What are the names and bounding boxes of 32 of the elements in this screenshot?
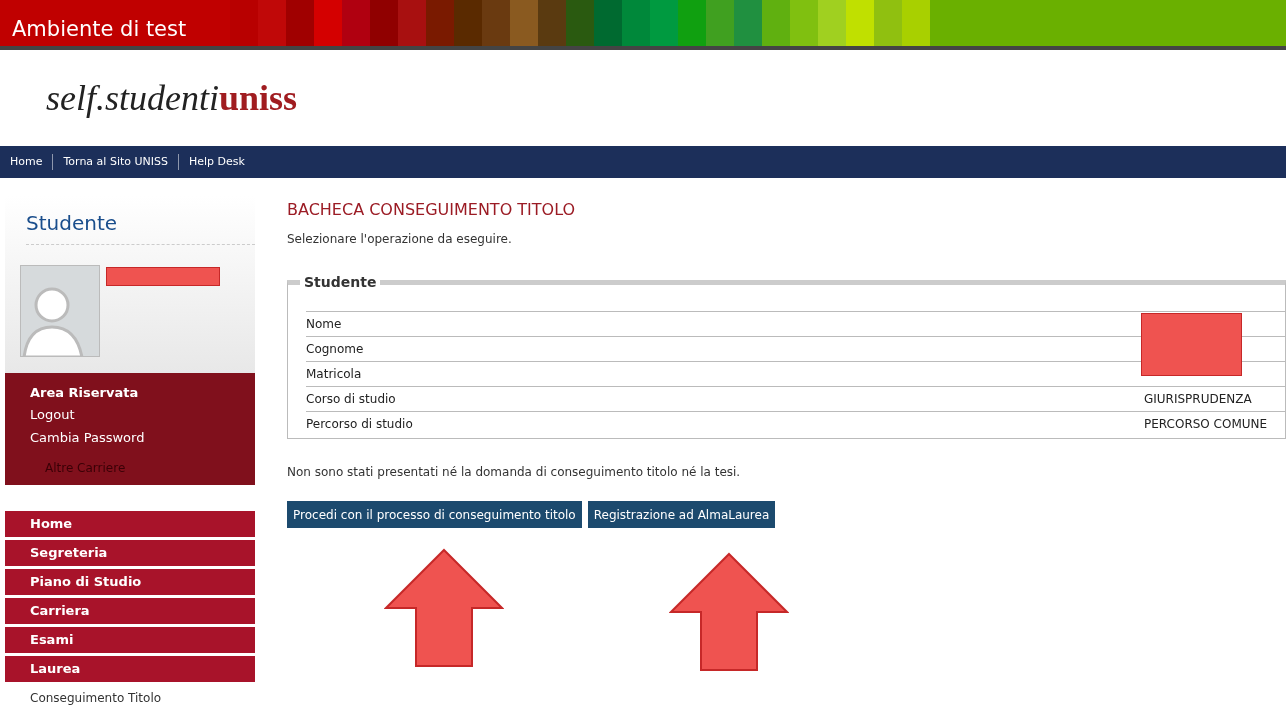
account-link[interactable]: Cambia Password	[30, 425, 255, 449]
menu-item[interactable]: Segreteria	[5, 539, 255, 566]
menu-item[interactable]: Laurea	[5, 655, 255, 682]
nav-link[interactable]: Home	[0, 153, 54, 171]
field-label: Percorso di studio	[306, 416, 414, 433]
up-arrow-icon	[384, 548, 504, 668]
fieldset-legend: Studente	[300, 272, 381, 293]
menu-item[interactable]: Carriera	[5, 597, 255, 624]
intro-text: Selezionare l'operazione da eseguire.	[287, 231, 513, 248]
site-logo[interactable]: self.studentiuniss	[46, 71, 298, 125]
page-title: BACHECA CONSEGUIMENTO TITOLO	[287, 199, 577, 221]
menu-item[interactable]: Piano di Studio	[5, 568, 255, 595]
menu-item[interactable]: Home	[5, 510, 255, 537]
field-value: PERCORSO COMUNE	[1144, 416, 1268, 433]
field-label: Cognome	[306, 341, 365, 358]
field-label: Nome	[306, 316, 343, 333]
menu-item[interactable]: Esami	[5, 626, 255, 653]
field-label: Corso di studio	[306, 391, 397, 408]
account-link[interactable]: Logout	[30, 402, 255, 426]
up-arrow-icon	[669, 552, 789, 672]
nav-link[interactable]: Torna al Sito UNISS	[53, 153, 179, 171]
reserved-area-title: Area Riservata	[30, 384, 140, 402]
field-value: GIURISPRUDENZA	[1144, 391, 1252, 408]
sidebar-title: Studente	[26, 208, 255, 245]
avatar-placeholder-icon	[20, 265, 100, 357]
nav-link[interactable]: Help Desk	[178, 153, 255, 171]
field-label: Matricola	[306, 366, 363, 383]
action-button[interactable]: Procedi con il processo di conseguimento titolo	[287, 501, 582, 528]
submenu-item[interactable]: Conseguimento Titolo	[5, 684, 255, 711]
action-button[interactable]: Registrazione ad AlmaLaurea	[587, 501, 776, 528]
environment-label: Ambiente di test	[12, 16, 187, 43]
notice-text: Non sono stati presentati né la domanda di conseguimento titolo né la tesi.	[287, 464, 742, 481]
